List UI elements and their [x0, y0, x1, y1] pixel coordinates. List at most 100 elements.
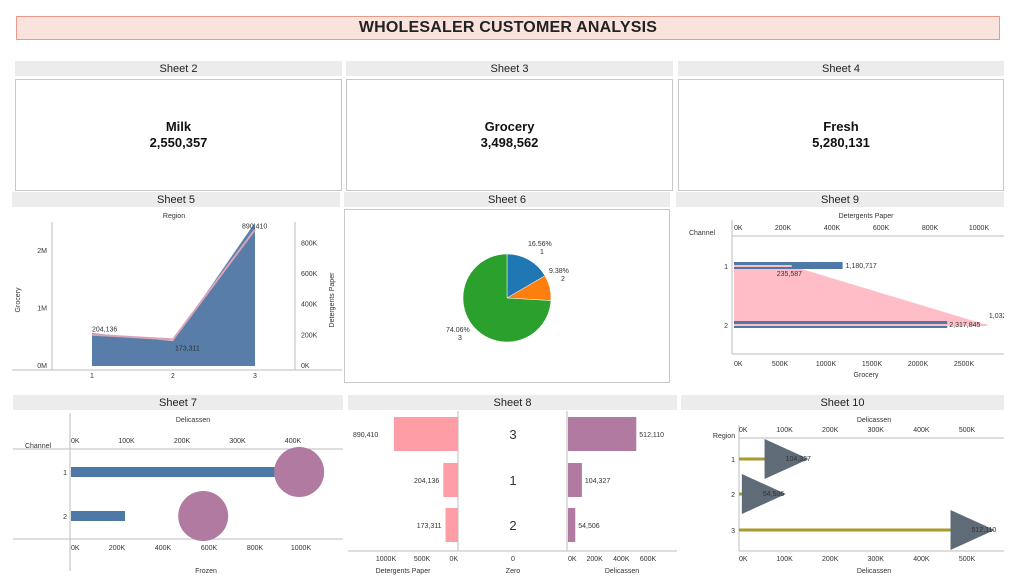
kpi-milk: Milk 2,550,357 — [15, 79, 342, 191]
detergents-bar[interactable] — [393, 417, 458, 451]
bottom-tick-label: 1500K — [862, 361, 883, 368]
top-tick-label: 300K — [229, 438, 246, 445]
sheet-10-header[interactable]: Sheet 10 — [681, 395, 1004, 410]
row-category-label: 1 — [63, 470, 67, 477]
top-tick-label: 100K — [118, 438, 135, 445]
top-tick-label: 100K — [776, 427, 793, 434]
kpi-value: 2,550,357 — [149, 135, 208, 150]
frozen-bar[interactable] — [71, 511, 126, 521]
x-axis-label: Frozen — [195, 568, 217, 575]
data-label: 54,506 — [578, 523, 600, 530]
sheet-7-header[interactable]: Sheet 7 — [13, 395, 343, 410]
top-tick-label: 500K — [959, 427, 976, 434]
data-label: 512,110 — [972, 527, 997, 534]
delicassen-bar[interactable] — [568, 463, 582, 497]
sheet-3-header[interactable]: Sheet 3 — [346, 61, 673, 76]
bottom-tick-label: 0K — [739, 556, 748, 563]
dashboard-title-bar: WHOLESALER CUSTOMER ANALYSIS — [16, 16, 1000, 40]
top-tick-label: 200K — [822, 427, 839, 434]
data-label: 204,136 — [414, 478, 439, 485]
bottom-tick-label: 400K — [913, 556, 930, 563]
y-axis-label: Grocery — [15, 287, 22, 312]
data-label: 1,032,270 — [989, 313, 1004, 320]
sheet-4-header[interactable]: Sheet 4 — [678, 61, 1004, 76]
bottom-tick-label: 1000K — [816, 361, 837, 368]
data-label: 104,327 — [585, 478, 610, 485]
row-category-label: 2 — [731, 492, 735, 499]
grocery-area[interactable] — [92, 222, 255, 366]
x-axis-label: Delicassen — [857, 568, 891, 575]
bottom-tick-label: 600K — [201, 545, 218, 552]
y2-tick-label: 600K — [301, 271, 318, 278]
row-category-label: 2 — [63, 514, 67, 521]
sheet-8-header[interactable]: Sheet 8 — [348, 395, 677, 410]
frozen-bar[interactable] — [71, 467, 301, 477]
row-label: Region — [713, 433, 735, 440]
pie-percent-label: 9.38% — [549, 268, 569, 275]
kpi-value: 5,280,131 — [812, 135, 870, 150]
x-axis-label: Grocery — [854, 372, 879, 379]
top-tick-label: 400K — [824, 225, 841, 232]
top-tick-label: 0K — [734, 225, 743, 232]
delicassen-bar[interactable] — [568, 417, 637, 451]
delicassen-circle[interactable] — [178, 491, 229, 541]
top-tick-label: 800K — [922, 225, 939, 232]
row-category-label: 1 — [724, 264, 728, 271]
bottom-tick-label: 1000K — [291, 545, 312, 552]
delicassen-bar[interactable] — [568, 508, 576, 542]
kpi-label: Fresh — [823, 119, 859, 134]
data-label: 2,317,845 — [949, 322, 980, 329]
top-tick-label: 200K — [174, 438, 191, 445]
bottom-tick-label: 200K — [109, 545, 126, 552]
data-label: 173,311 — [417, 523, 442, 530]
bottom-tick-label: 400K — [155, 545, 172, 552]
category-label: 1 — [509, 473, 516, 488]
top-tick-label: 400K — [285, 438, 302, 445]
middle-axis-label: Zero — [506, 568, 521, 575]
sheet-10-chart: Delicassen Region Delicassen 0K 100K 200K 3… — [713, 417, 1004, 575]
delicassen-circle[interactable] — [274, 447, 325, 497]
category-label: 3 — [509, 427, 516, 442]
top-tick-label: 1000K — [969, 225, 990, 232]
data-label: 512,110 — [639, 432, 664, 439]
left-axis-label: Detergents Paper — [376, 568, 432, 575]
left-tick-label: 1000K — [376, 556, 397, 563]
right-tick-label: 400K — [613, 556, 630, 563]
sheet-9-header[interactable]: Sheet 9 — [676, 192, 1004, 207]
sheet-5-header[interactable]: Sheet 5 — [12, 192, 340, 207]
y2-tick-label: 200K — [301, 332, 318, 339]
top-tick-label: 0K — [71, 438, 80, 445]
pie-percent-label: 74.06% — [446, 327, 470, 334]
sheet-6-header[interactable]: Sheet 6 — [344, 192, 670, 207]
sheet-9-chart: Detergents Paper Channel Grocery 0K 200K 4… — [689, 213, 1004, 379]
detergents-area[interactable] — [734, 266, 987, 325]
y-tick-label: 1M — [37, 306, 47, 313]
data-label: 54,506 — [763, 491, 785, 498]
detergents-bar[interactable] — [445, 508, 458, 542]
bottom-tick-label: 2000K — [908, 361, 929, 368]
data-label: 104,327 — [786, 456, 811, 463]
x-tick-label: 3 — [253, 373, 257, 380]
x-tick-label: 2 — [171, 373, 175, 380]
chart-title: Region — [163, 213, 185, 220]
y2-axis-label: Detergents Paper — [329, 272, 336, 328]
right-tick-label: 200K — [586, 556, 603, 563]
bottom-tick-label: 800K — [247, 545, 264, 552]
bottom-tick-label: 500K — [772, 361, 789, 368]
sheet-2-header[interactable]: Sheet 2 — [15, 61, 342, 76]
row-category-label: 1 — [731, 457, 735, 464]
bottom-tick-label: 0K — [734, 361, 743, 368]
right-tick-label: 0K — [568, 556, 577, 563]
y-tick-label: 0M — [37, 363, 47, 370]
bottom-tick-label: 2500K — [954, 361, 975, 368]
bottom-tick-label: 500K — [959, 556, 976, 563]
bottom-tick-label: 300K — [868, 556, 885, 563]
kpi-fresh: Fresh 5,280,131 — [678, 79, 1004, 191]
top-tick-label: 300K — [868, 427, 885, 434]
left-tick-label: 500K — [414, 556, 431, 563]
left-tick-label: 0K — [449, 556, 458, 563]
sheet-7-chart: Delicassen Channel Frozen 0K 100K 200K 300K… — [13, 413, 343, 575]
right-axis-label: Delicassen — [605, 568, 639, 575]
detergents-bar[interactable] — [443, 463, 458, 497]
kpi-label: Grocery — [484, 119, 535, 134]
